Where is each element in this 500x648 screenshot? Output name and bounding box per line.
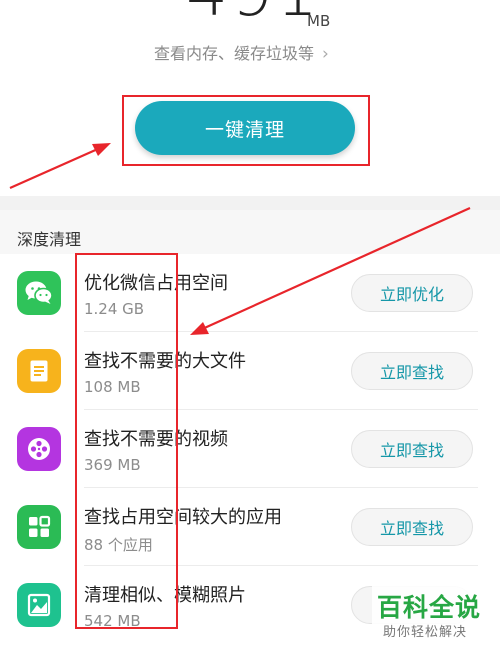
watermark-tagline: 助你轻松解决 xyxy=(383,625,468,640)
arrowhead-clean-button xyxy=(92,143,111,156)
watermark: 百科全说 助你轻松解决 xyxy=(372,586,496,644)
annotation-arrows xyxy=(9,143,471,335)
arrowhead-item-titles xyxy=(190,322,209,335)
arrow-line-to-item-titles xyxy=(199,206,471,332)
watermark-logo-text: 百科全说 xyxy=(377,593,482,622)
arrow-line-to-clean-button xyxy=(9,146,101,190)
